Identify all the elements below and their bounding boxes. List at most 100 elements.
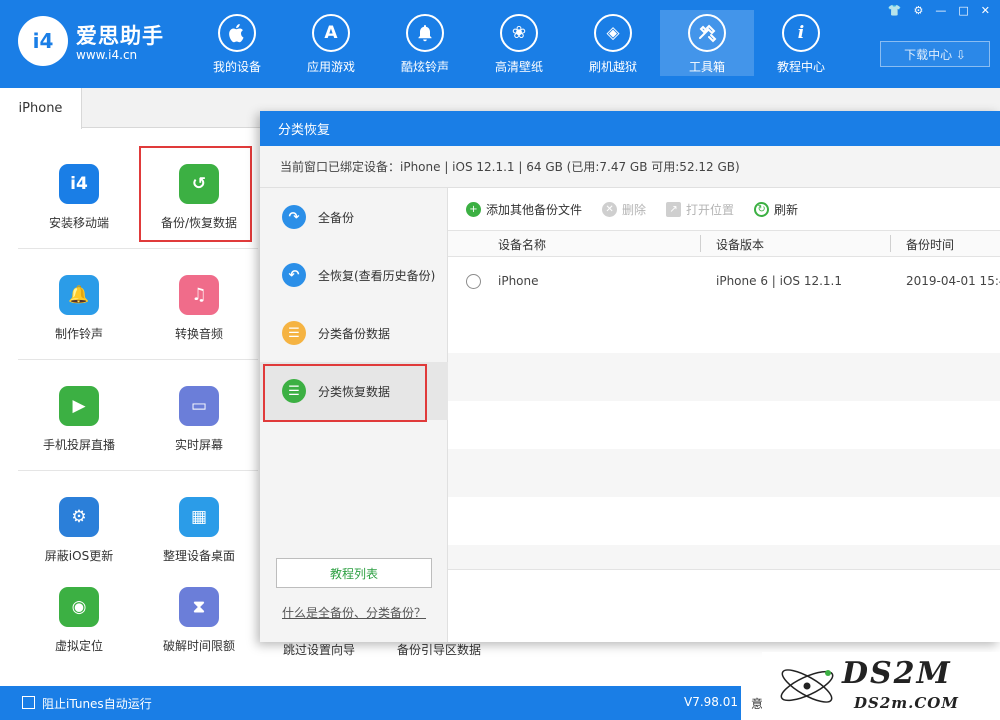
folder-icon: ↗ <box>666 201 682 217</box>
main-nav: 我的设备 A 应用游戏 酷炫铃声 ❀ 高清壁纸 ◈ 刷机越狱 工具箱 i 教程中… <box>190 10 848 86</box>
col-device-name[interactable]: 设备名称 <box>498 236 546 253</box>
table-bottom-border <box>448 569 1000 570</box>
top-header: i4 爱思助手 www.i4.cn 我的设备 A 应用游戏 酷炫铃声 ❀ 高清壁… <box>0 0 1000 88</box>
download-center-button[interactable]: 下载中心 ⇩ <box>880 41 990 67</box>
apple-icon <box>218 14 256 52</box>
minimize-icon[interactable]: — <box>935 4 946 17</box>
tool-make-ringtone[interactable]: 🔔 制作铃声 <box>19 267 139 367</box>
grid-icon: ▦ <box>179 497 219 537</box>
tool-live-screen[interactable]: ▭ 实时屏幕 <box>139 378 259 478</box>
tool-label: 安装移动端 <box>48 216 109 230</box>
bell-plus-icon: 🔔 <box>59 275 99 315</box>
block-itunes-label[interactable]: 阻止iTunes自动运行 <box>42 695 152 712</box>
menu-full-backup[interactable]: ↷ 全备份 <box>260 188 448 246</box>
row-backup-time: 2019-04-01 15:4 <box>906 274 1000 288</box>
flower-icon: ❀ <box>500 14 538 52</box>
empty-row <box>448 353 1000 401</box>
device-tab-iphone[interactable]: iPhone <box>0 88 82 129</box>
bell-icon <box>406 14 444 52</box>
open-location-label: 打开位置 <box>686 202 735 217</box>
nav-my-device[interactable]: 我的设备 <box>190 10 284 76</box>
monitor-icon: ▭ <box>179 386 219 426</box>
i4-logo-icon: i4 <box>18 16 68 66</box>
tool-label: 整理设备桌面 <box>162 549 235 563</box>
gear-block-icon: ⚙ <box>59 497 99 537</box>
i4-app-icon: i4 <box>59 164 99 204</box>
tool-block-ios-update[interactable]: ⚙ 屏蔽iOS更新 <box>19 489 139 589</box>
empty-row <box>448 305 1000 353</box>
menu-full-restore[interactable]: ↶ 全恢复(查看历史备份) <box>260 246 448 304</box>
nav-label: 应用游戏 <box>306 60 355 74</box>
divider <box>18 359 258 360</box>
skin-icon[interactable]: 👕 <box>888 4 902 17</box>
dialog-title: 分类恢复 <box>260 111 1000 146</box>
tool-virtual-location[interactable]: ◉ 虚拟定位 <box>19 579 139 679</box>
table-row[interactable]: iPhone iPhone 6 | iOS 12.1.1 2019-04-01 … <box>448 257 1000 305</box>
window-controls: 👕 ⚙ — □ ✕ <box>888 4 990 17</box>
tool-screen-cast[interactable]: ▶ 手机投屏直播 <box>19 378 139 478</box>
maximize-icon[interactable]: □ <box>958 4 968 17</box>
app-store-icon: A <box>312 14 350 52</box>
nav-label: 工具箱 <box>688 60 725 74</box>
reply-arrow-icon: ↶ <box>282 263 306 287</box>
row-device-name: iPhone <box>498 274 539 288</box>
block-itunes-checkbox[interactable] <box>22 696 35 709</box>
hourglass-icon: ⧗ <box>179 587 219 627</box>
tools-icon <box>688 14 726 52</box>
divider <box>18 248 258 249</box>
tool-label: 手机投屏直播 <box>42 438 115 452</box>
tool-organize-desktop[interactable]: ▦ 整理设备桌面 <box>139 489 259 589</box>
refresh-label: 刷新 <box>774 202 799 217</box>
dropbox-icon: ◈ <box>594 14 632 52</box>
nav-flash-jailbreak[interactable]: ◈ 刷机越狱 <box>566 10 660 76</box>
delete-button[interactable]: ✕ 删除 <box>602 201 646 218</box>
col-backup-time[interactable]: 备份时间 <box>906 236 954 253</box>
menu-category-backup[interactable]: ☰ 分类备份数据 <box>260 304 448 362</box>
dialog-content: + 添加其他备份文件 ✕ 删除 ↗ 打开位置 ↻ 刷新 设备名称 设备版本 备份… <box>448 188 1000 642</box>
col-divider <box>700 235 701 252</box>
add-backup-file-button[interactable]: + 添加其他备份文件 <box>466 201 582 218</box>
empty-row <box>448 401 1000 449</box>
nav-ringtones[interactable]: 酷炫铃声 <box>378 10 472 76</box>
forward-arrow-icon: ↷ <box>282 205 306 229</box>
backup-help-link[interactable]: 什么是全备份、分类备份？ <box>282 604 426 621</box>
col-device-version[interactable]: 设备版本 <box>716 236 764 253</box>
dialog-toolbar: + 添加其他备份文件 ✕ 删除 ↗ 打开位置 ↻ 刷新 <box>448 188 1000 230</box>
menu-label: 全备份 <box>318 210 355 225</box>
nav-apps-games[interactable]: A 应用游戏 <box>284 10 378 76</box>
empty-row <box>448 449 1000 497</box>
tutorial-list-button[interactable]: 教程列表 <box>276 558 432 588</box>
table-header: 设备名称 设备版本 备份时间 <box>448 230 1000 257</box>
watermark-small-text: DS2m.COM <box>854 694 959 712</box>
empty-row <box>448 497 1000 545</box>
device-info-bar: 当前窗口已绑定设备：iPhone | iOS 12.1.1 | 64 GB (已… <box>260 146 1000 188</box>
tool-install-mobile[interactable]: i4 安装移动端 <box>19 156 139 256</box>
watermark-big-text: DS2M <box>842 656 952 691</box>
tool-label: 虚拟定位 <box>54 639 103 653</box>
divider <box>18 470 258 471</box>
tool-convert-audio[interactable]: ♫ 转换音频 <box>139 267 259 367</box>
row-select-radio[interactable] <box>466 274 481 289</box>
nav-label: 高清壁纸 <box>494 60 543 74</box>
nav-toolbox[interactable]: 工具箱 <box>660 10 754 76</box>
tool-screen-time-crack[interactable]: ⧗ 破解时间限额 <box>139 579 259 679</box>
category-restore-dialog: 分类恢复 当前窗口已绑定设备：iPhone | iOS 12.1.1 | 64 … <box>260 111 1000 642</box>
open-location-button[interactable]: ↗ 打开位置 <box>666 201 734 218</box>
tool-skip-setup-label[interactable]: 跳过设置向导 <box>283 641 355 658</box>
tool-label: 实时屏幕 <box>174 438 223 452</box>
refresh-icon: ↻ <box>754 201 770 217</box>
nav-wallpapers[interactable]: ❀ 高清壁纸 <box>472 10 566 76</box>
location-pin-icon: ◉ <box>59 587 99 627</box>
tool-label: 制作铃声 <box>54 327 103 341</box>
nav-tutorials[interactable]: i 教程中心 <box>754 10 848 76</box>
close-icon[interactable]: ✕ <box>981 4 990 17</box>
atom-logo-icon <box>780 669 834 703</box>
restore-highlight-box <box>263 364 427 422</box>
settings-gear-icon[interactable]: ⚙ <box>914 4 924 17</box>
add-backup-label: 添加其他备份文件 <box>486 202 583 217</box>
refresh-button[interactable]: ↻ 刷新 <box>754 201 798 218</box>
delete-label: 删除 <box>622 202 647 217</box>
tool-backup-boot-label[interactable]: 备份引导区数据 <box>397 641 481 658</box>
plus-icon: + <box>466 201 481 217</box>
brand-name: 爱思助手 <box>76 24 164 48</box>
